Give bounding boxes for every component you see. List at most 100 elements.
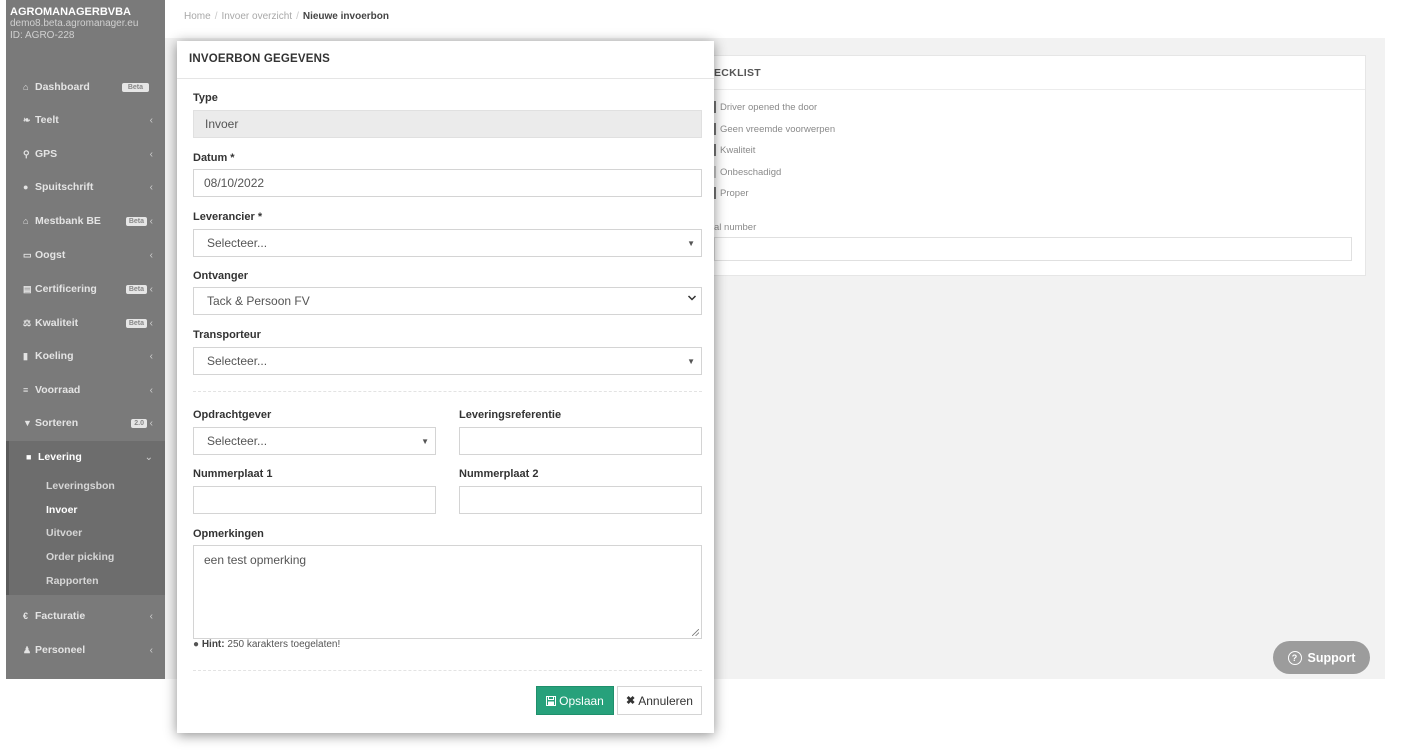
- user-icon: ♟: [23, 644, 32, 655]
- sidebar-item-label: Personeel: [35, 644, 86, 656]
- chevron-left-icon: ‹: [149, 148, 153, 160]
- opdrachtgever-select[interactable]: Selecteer... ▼: [193, 427, 436, 455]
- checklist-item[interactable]: Proper: [713, 187, 749, 199]
- checklist-item[interactable]: Geen vreemde voorwerpen: [713, 123, 835, 135]
- chevron-left-icon: ‹: [149, 215, 153, 227]
- sidebar-item-label: Koeling: [35, 350, 74, 362]
- version-badge: 2.0: [131, 418, 147, 428]
- save-button[interactable]: Opslaan: [536, 686, 614, 715]
- sidebar-item-label: Facturatie: [35, 610, 86, 622]
- chevron-left-icon: ‹: [149, 283, 153, 295]
- sidebar-item-label: Certificering: [35, 283, 97, 295]
- support-label: Support: [1307, 650, 1356, 665]
- hint-message: 250 karakters toegelaten!: [227, 639, 341, 650]
- sidebar-item-certificering[interactable]: ▤ Certificering Beta ‹: [6, 279, 165, 299]
- chevron-left-icon: ‹: [149, 350, 153, 362]
- beta-badge: Beta: [125, 216, 147, 226]
- beta-badge: Beta: [125, 284, 147, 294]
- sidebar-subitem-leveringsbon[interactable]: Leveringsbon: [46, 480, 115, 492]
- sidebar-item-spuitschrift[interactable]: ● Spuitschrift ‹: [6, 177, 165, 197]
- chevron-left-icon: ‹: [149, 384, 153, 396]
- checklist-panel: ECKLIST Driver opened the door Geen vree…: [700, 55, 1366, 276]
- sidebar-item-label: Spuitschrift: [35, 181, 94, 193]
- nummerplaat2-input[interactable]: [459, 486, 702, 514]
- sidebar-subitem-rapporten[interactable]: Rapporten: [46, 575, 99, 587]
- chevron-left-icon: ‹: [149, 249, 153, 261]
- close-icon: ✖: [626, 695, 636, 707]
- cancel-button[interactable]: ✖ Annuleren: [617, 686, 702, 715]
- brand-block: AGROMANAGERBVBA demo8.beta.agromanager.e…: [6, 0, 165, 70]
- breadcrumb-current: Nieuwe invoerbon: [302, 11, 389, 22]
- list-icon: ≡: [23, 385, 29, 395]
- sidebar-item-label: GPS: [35, 148, 58, 160]
- nummerplaat1-input[interactable]: [193, 486, 436, 514]
- sidebar-subitem-invoer[interactable]: Invoer: [46, 504, 78, 516]
- sidebar-item-mestbank[interactable]: ⌂ Mestbank BE Beta ‹: [6, 211, 165, 231]
- company-domain: demo8.beta.agromanager.eu: [10, 18, 139, 29]
- cancel-label: Annuleren: [638, 693, 693, 708]
- company-id: ID: AGRO-228: [10, 30, 75, 41]
- sidebar-item-voorraad[interactable]: ≡ Voorraad ‹: [6, 380, 165, 400]
- sidebar-subitem-uitvoer[interactable]: Uitvoer: [46, 527, 82, 539]
- divider: [193, 391, 702, 392]
- checklist-item[interactable]: Driver opened the door: [713, 101, 817, 113]
- bank-icon: ⌂: [23, 216, 29, 226]
- modal-title: INVOERBON GEGEVENS: [189, 53, 330, 65]
- sidebar-item-gps[interactable]: ⚲ GPS ‹: [6, 144, 165, 164]
- datum-label: Datum *: [193, 152, 235, 164]
- leveringsreferentie-label: Leveringsreferentie: [459, 409, 562, 421]
- sidebar-item-kwaliteit[interactable]: ⚖ Kwaliteit Beta ‹: [6, 313, 165, 333]
- checklist-item[interactable]: Onbeschadigd: [713, 166, 781, 178]
- ontvanger-value: Tack & Persoon FV: [207, 294, 310, 308]
- type-field: Invoer: [193, 110, 702, 138]
- chevron-down-icon: [687, 295, 697, 301]
- checklist-title: ECKLIST: [714, 67, 762, 79]
- sidebar-item-oogst[interactable]: ▭ Oogst ‹: [6, 245, 165, 265]
- map-marker-icon: ⚲: [23, 148, 30, 159]
- balance-icon: ⚖: [23, 317, 32, 328]
- sidebar-item-levering[interactable]: ■ Levering ⌄: [6, 447, 165, 467]
- beta-badge: Beta: [125, 318, 147, 328]
- sidebar-item-sorteren[interactable]: ▼ Sorteren 2.0 ‹: [6, 413, 165, 433]
- thermometer-icon: ▮: [23, 350, 28, 361]
- leveringsreferentie-input[interactable]: [459, 427, 702, 455]
- question-icon: ?: [1287, 650, 1302, 665]
- sidebar-item-personeel[interactable]: ♟ Personeel ‹: [6, 640, 165, 660]
- hint-label: Hint:: [201, 639, 225, 650]
- invoerbon-modal: INVOERBON GEGEVENS Type Invoer Datum * 0…: [177, 41, 714, 733]
- filter-icon: ▼: [23, 418, 32, 428]
- divider: [193, 670, 702, 671]
- support-button[interactable]: ? Support: [1273, 641, 1370, 674]
- chevron-left-icon: ‹: [149, 114, 153, 126]
- sidebar-item-teelt[interactable]: ❧ Teelt ‹: [6, 110, 165, 130]
- sidebar-item-facturatie[interactable]: € Facturatie ‹: [6, 606, 165, 626]
- chevron-left-icon: ‹: [149, 181, 153, 193]
- basket-icon: ▭: [23, 249, 32, 260]
- sidebar: AGROMANAGERBVBA demo8.beta.agromanager.e…: [6, 0, 165, 679]
- caret-down-icon: ▼: [421, 436, 429, 446]
- opmerkingen-textarea[interactable]: een test opmerking: [193, 545, 702, 639]
- resize-grip-icon[interactable]: [692, 629, 699, 636]
- datum-field[interactable]: 08/10/2022: [193, 169, 702, 197]
- sidebar-item-dashboard[interactable]: ⌂ Dashboard Beta: [6, 77, 165, 97]
- ontvanger-select[interactable]: Tack & Persoon FV: [193, 287, 702, 315]
- sidebar-item-label: Mestbank BE: [35, 215, 101, 227]
- ontvanger-label: Ontvanger: [193, 270, 249, 282]
- opdrachtgever-value: Selecteer...: [207, 434, 268, 448]
- caret-down-icon: ▼: [687, 238, 695, 248]
- caret-down-icon: ▼: [687, 356, 695, 366]
- sidebar-item-koeling[interactable]: ▮ Koeling ‹: [6, 346, 165, 366]
- breadcrumb-overview[interactable]: Invoer overzicht: [221, 11, 292, 22]
- home-icon: ⌂: [23, 82, 29, 92]
- transporteur-select[interactable]: Selecteer... ▼: [193, 347, 702, 375]
- leverancier-select[interactable]: Selecteer... ▼: [193, 229, 702, 257]
- leaf-icon: ❧: [23, 114, 31, 125]
- sidebar-subitem-order-picking[interactable]: Order picking: [46, 551, 114, 563]
- chevron-left-icon: ‹: [149, 610, 153, 622]
- chevron-left-icon: ‹: [149, 417, 153, 429]
- sidebar-item-label: Kwaliteit: [35, 317, 79, 329]
- serial-number-input[interactable]: [714, 237, 1352, 261]
- breadcrumb: Home / Invoer overzicht / Nieuwe invoerbon: [184, 11, 389, 22]
- checklist-item[interactable]: Kwaliteit: [713, 144, 755, 156]
- breadcrumb-home[interactable]: Home: [184, 11, 211, 22]
